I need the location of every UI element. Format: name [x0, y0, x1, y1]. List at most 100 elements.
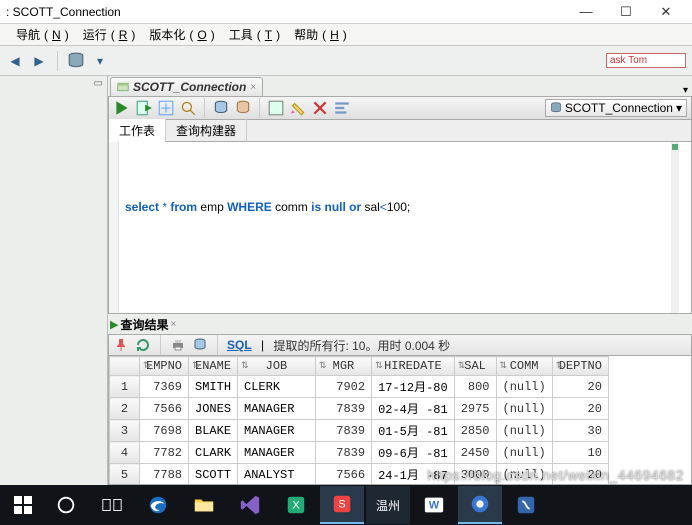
close-button[interactable]: ✕ — [646, 4, 686, 20]
connection-selector[interactable]: SCOTT_Connection ▾ — [545, 99, 687, 117]
cell-ename: BLAKE — [189, 420, 238, 442]
editor-tabs: SCOTT_Connection × ▾ — [108, 76, 692, 96]
cell-ename: SCOTT — [189, 464, 238, 486]
clear-button[interactable] — [289, 99, 307, 117]
minimize-button[interactable]: — — [566, 4, 606, 19]
col-sal[interactable]: ⇅ SAL — [454, 357, 496, 376]
cell-empno: 7369 — [140, 376, 189, 398]
cell-mgr: 7902 — [315, 376, 371, 398]
menu-nav[interactable]: 导航(N) — [8, 26, 73, 43]
start-button[interactable] — [4, 486, 42, 524]
chevron-down-icon: ▾ — [676, 101, 682, 115]
results-toolbar: SQL | 提取的所有行: 10。用时 0.004 秒 — [108, 334, 692, 356]
pane-menu-icon[interactable]: ▾ — [683, 85, 688, 96]
sql-editor[interactable]: select * from emp WHERE comm is null or … — [108, 142, 692, 314]
pin-icon[interactable] — [113, 337, 129, 353]
forward-icon[interactable]: ▶ — [30, 52, 48, 70]
menu-run[interactable]: 运行(R) — [75, 26, 140, 43]
rollback-button[interactable] — [234, 99, 252, 117]
col-deptno[interactable]: ⇅ DEPTNO — [552, 357, 608, 376]
cell-empno: 7782 — [140, 442, 189, 464]
svg-text:W: W — [429, 500, 440, 512]
explain-plan-button[interactable] — [157, 99, 175, 117]
cell-job: ANALYST — [238, 464, 316, 486]
cell-empno: 7698 — [140, 420, 189, 442]
unshared-worksheet-button[interactable] — [267, 99, 285, 117]
wps-icon[interactable]: W — [412, 486, 456, 524]
cell-comm: (null) — [496, 376, 552, 398]
cell-mgr: 7839 — [315, 398, 371, 420]
cell-mgr: 7566 — [315, 464, 371, 486]
cell-mgr: 7839 — [315, 442, 371, 464]
table-row[interactable]: 17369SMITHCLERK790217-12月-80800(null)20 — [110, 376, 609, 398]
dropdown-icon[interactable]: ▾ — [91, 52, 109, 70]
editor-overview — [671, 142, 679, 313]
search-box[interactable]: ask Tom — [606, 53, 686, 68]
back-icon[interactable]: ◀ — [6, 52, 24, 70]
taskbar-label[interactable]: 温州 — [366, 486, 410, 524]
watermark-text: https://blog.csdn.net/weixin_44694682 — [427, 467, 684, 483]
svg-text:S: S — [338, 499, 345, 511]
maximize-button[interactable]: ☐ — [606, 4, 646, 20]
col-comm[interactable]: ⇅ COMM — [496, 357, 552, 376]
worksheet-icon — [117, 81, 129, 93]
col-rownum[interactable] — [110, 357, 140, 376]
col-empno[interactable]: ⇅ EMPNO — [140, 357, 189, 376]
print-icon[interactable] — [170, 337, 186, 353]
cell-deptno: 20 — [552, 376, 608, 398]
col-job[interactable]: ⇅ JOB — [238, 357, 316, 376]
cell-comm: (null) — [496, 442, 552, 464]
table-row[interactable]: 37698BLAKEMANAGER783901-5月 -812850(null)… — [110, 420, 609, 442]
refresh-icon[interactable] — [135, 337, 151, 353]
commit-button[interactable] — [212, 99, 230, 117]
task-view-button[interactable] — [90, 486, 134, 524]
tab-close-icon[interactable]: × — [250, 82, 256, 93]
sql-toolbar: SCOTT_Connection ▾ — [108, 96, 692, 120]
autotrace-button[interactable] — [179, 99, 197, 117]
cell-empno: 7566 — [140, 398, 189, 420]
cell-comm: (null) — [496, 420, 552, 442]
cell-ename: CLARK — [189, 442, 238, 464]
cell-hiredate: 09-6月 -81 — [372, 442, 455, 464]
window-titlebar: : SCOTT_Connection — ☐ ✕ — [0, 0, 692, 24]
format-button[interactable] — [333, 99, 351, 117]
col-hiredate[interactable]: ⇅ HIREDATE — [372, 357, 455, 376]
app-icon-2[interactable]: S — [320, 486, 364, 524]
windows-taskbar: X S 温州 W — [0, 485, 692, 525]
cell-sal: 800 — [454, 376, 496, 398]
tab-scott-connection[interactable]: SCOTT_Connection × — [110, 77, 263, 96]
cell-ename: SMITH — [189, 376, 238, 398]
subtab-worksheet[interactable]: 工作表 — [109, 119, 166, 142]
table-row[interactable]: 47782CLARKMANAGER783909-6月 -812450(null)… — [110, 442, 609, 464]
cell-job: MANAGER — [238, 442, 316, 464]
table-row[interactable]: 27566JONESMANAGER783902-4月 -812975(null)… — [110, 398, 609, 420]
cell-rownum: 4 — [110, 442, 140, 464]
run-script-button[interactable] — [135, 99, 153, 117]
cortana-button[interactable] — [44, 486, 88, 524]
col-ename[interactable]: ⇅ ENAME — [189, 357, 238, 376]
sql-link[interactable]: SQL — [227, 338, 252, 352]
file-explorer-icon[interactable] — [182, 486, 226, 524]
menu-help[interactable]: 帮助(H) — [286, 26, 351, 43]
col-mgr[interactable]: ⇅ MGR — [315, 357, 371, 376]
editor-pane: SCOTT_Connection × ▾ SCOTT_Connection ▾ — [108, 76, 692, 485]
pane-collapse-icon[interactable]: ▭ — [94, 78, 103, 89]
export-icon[interactable] — [192, 337, 208, 353]
results-grid[interactable]: ⇅ EMPNO⇅ ENAME⇅ JOB⇅ MGR⇅ HIREDATE⇅ SAL⇅… — [108, 356, 692, 485]
history-button[interactable] — [311, 99, 329, 117]
app-icon-4[interactable] — [504, 486, 548, 524]
edge-icon[interactable] — [136, 486, 180, 524]
cell-rownum: 5 — [110, 464, 140, 486]
app-icon-3[interactable] — [458, 486, 502, 524]
app-icon-1[interactable]: X — [274, 486, 318, 524]
db-icon — [550, 102, 562, 114]
run-statement-button[interactable] — [113, 99, 131, 117]
db-icon[interactable] — [67, 52, 85, 70]
cell-deptno: 20 — [552, 398, 608, 420]
menu-version[interactable]: 版本化(O) — [141, 26, 218, 43]
results-close-icon[interactable]: × — [170, 319, 176, 330]
subtab-query-builder[interactable]: 查询构建器 — [166, 119, 247, 142]
connection-name: SCOTT_Connection — [565, 101, 673, 115]
vs-icon[interactable] — [228, 486, 272, 524]
menu-tools[interactable]: 工具(T) — [221, 26, 284, 43]
